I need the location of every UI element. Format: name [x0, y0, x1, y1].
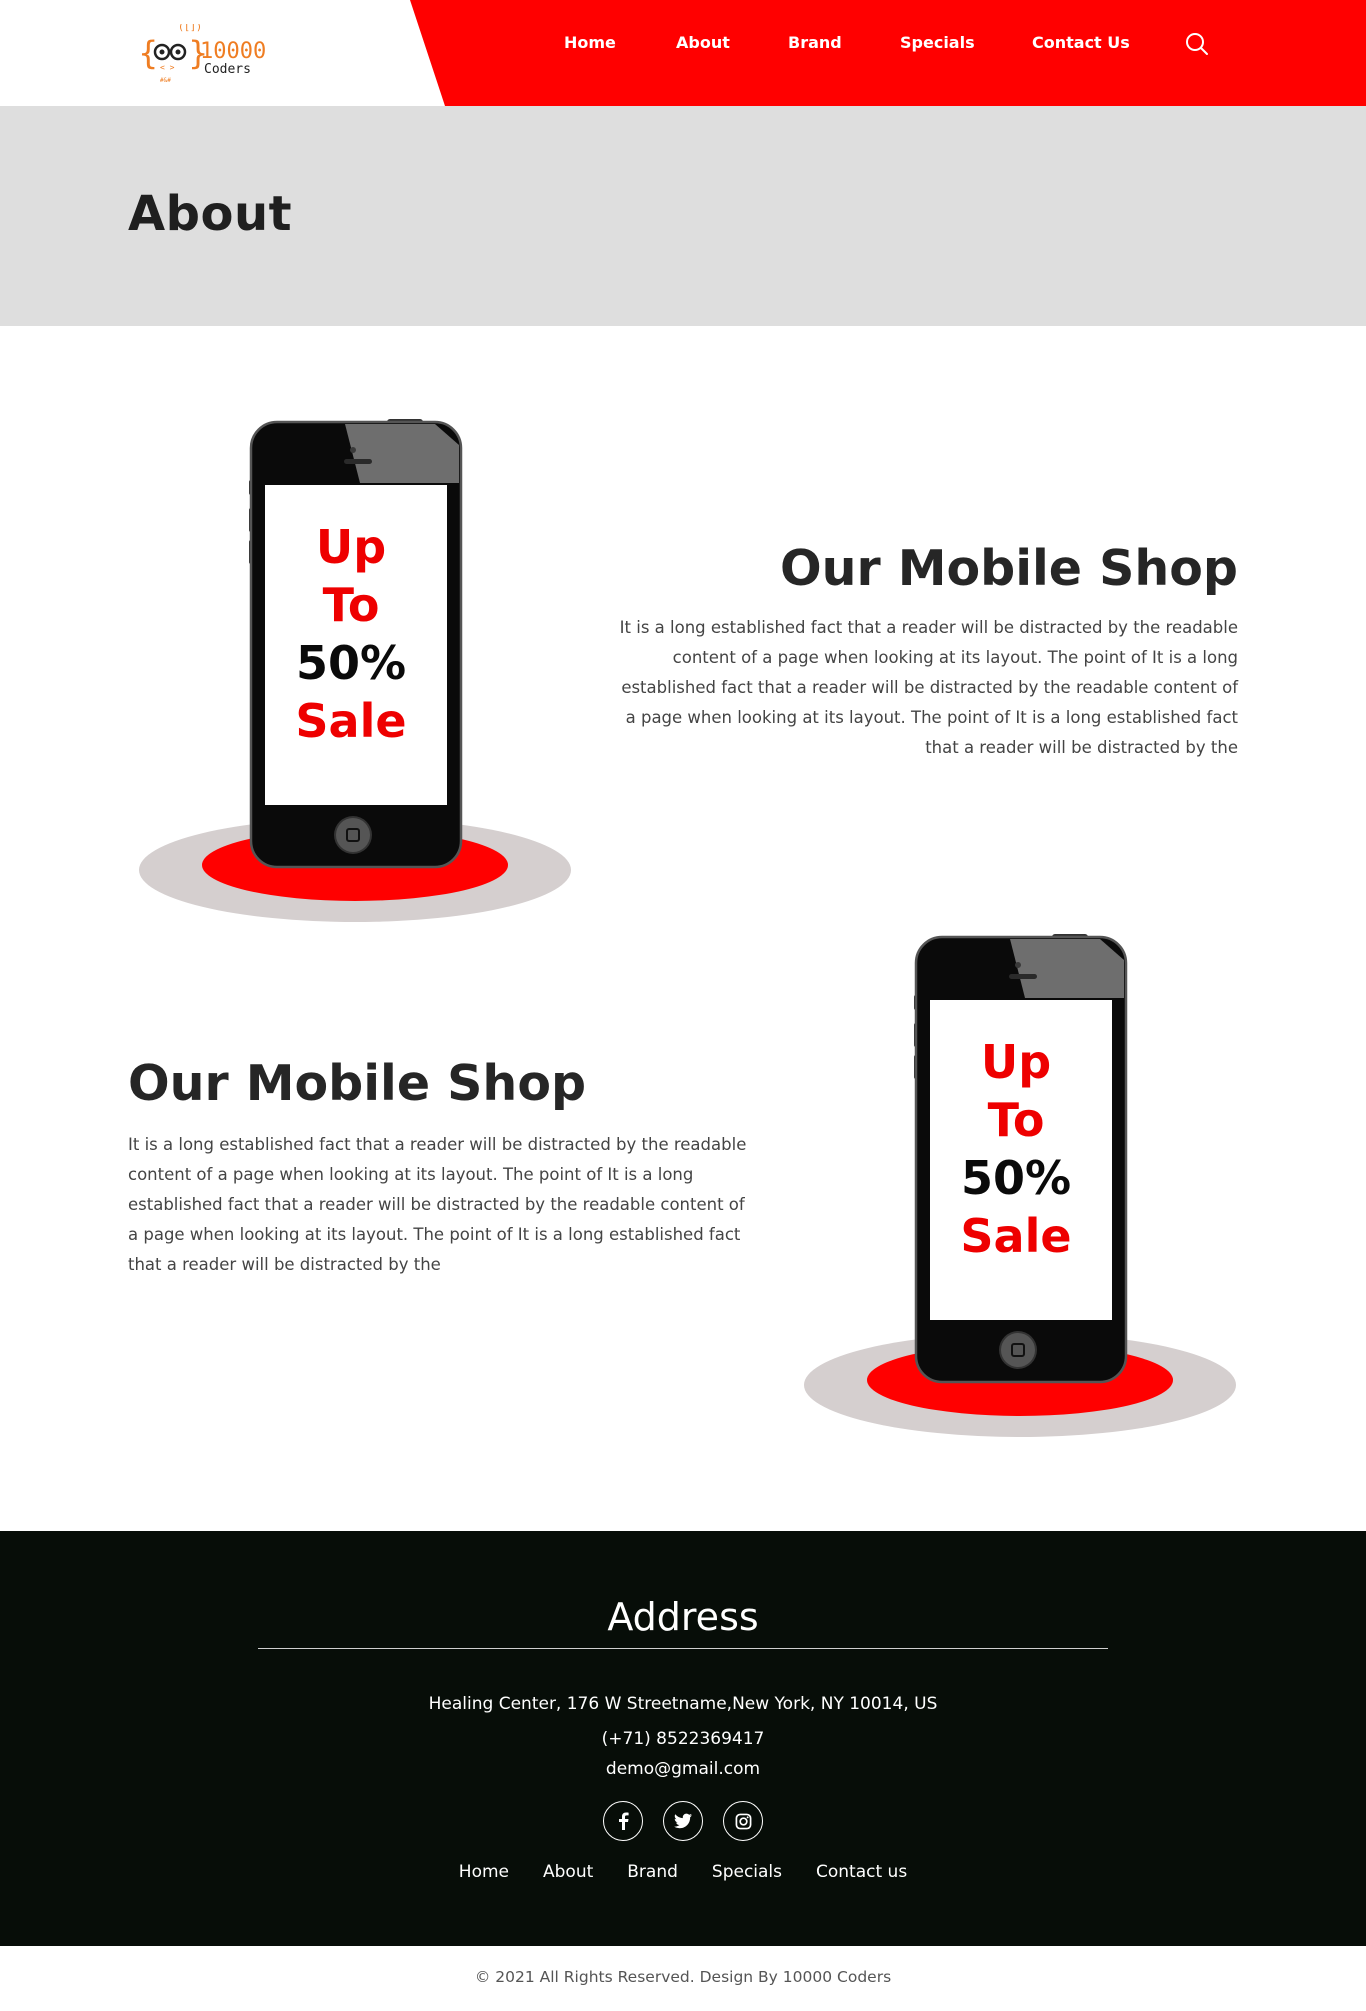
footer-nav-about[interactable]: About: [543, 1862, 593, 1882]
phone-sale-image: Up To 50% Sale: [135, 415, 575, 925]
nav-brand[interactable]: Brand: [788, 33, 842, 52]
footer-phone: (+71) 8522369417: [601, 1729, 765, 1749]
footer-nav-contact-us[interactable]: Contact us: [816, 1862, 907, 1882]
section-text: It is a long established fact that a rea…: [128, 1135, 747, 1274]
site-header: ([]) { < > #&# } 10000 Coders Home About…: [0, 0, 1366, 106]
footer-nav-home[interactable]: Home: [459, 1862, 509, 1882]
nav-specials[interactable]: Specials: [900, 33, 975, 52]
copyright: © 2021 All Rights Reserved. Design By 10…: [474, 1968, 892, 1986]
footer-email: demo@gmail.com: [605, 1759, 761, 1779]
footer-divider: [258, 1648, 1108, 1649]
nav-about[interactable]: About: [676, 33, 730, 52]
site-footer: Address Healing Center, 176 W Streetname…: [0, 1531, 1366, 1946]
footer-address: Healing Center, 176 W Streetname,New Yor…: [428, 1694, 938, 1714]
search-icon[interactable]: [1184, 31, 1210, 57]
nav-contact-us[interactable]: Contact Us: [1032, 33, 1130, 52]
main-nav: Home About Brand Specials Contact Us: [0, 0, 1366, 86]
page-title: About: [128, 186, 293, 242]
sale-line-up: Up: [981, 1035, 1051, 1089]
page-banner: About: [0, 106, 1366, 326]
sale-line-sale: Sale: [960, 1209, 1071, 1263]
facebook-icon[interactable]: [603, 1801, 643, 1841]
sale-line-to: To: [323, 578, 380, 632]
footer-nav-specials[interactable]: Specials: [712, 1862, 782, 1882]
sale-line-up: Up: [316, 520, 386, 574]
footer-nav: Home About Brand Specials Contact us: [0, 1862, 1366, 1882]
footer-title: Address: [607, 1595, 759, 1639]
phone-sale-image: Up To 50% Sale: [800, 930, 1240, 1440]
social-links: [0, 1801, 1366, 1841]
section-title: Our Mobile Shop: [779, 540, 1238, 597]
footer-nav-brand[interactable]: Brand: [627, 1862, 678, 1882]
sale-line-sale: Sale: [295, 694, 406, 748]
sale-line-percent: 50%: [296, 636, 406, 690]
instagram-icon[interactable]: [723, 1801, 763, 1841]
section-text: It is a long established fact that a rea…: [619, 618, 1238, 757]
nav-home[interactable]: Home: [564, 33, 616, 52]
sale-line-percent: 50%: [961, 1151, 1071, 1205]
sale-line-to: To: [988, 1093, 1045, 1147]
twitter-icon[interactable]: [663, 1801, 703, 1841]
section-title: Our Mobile Shop: [128, 1055, 587, 1112]
